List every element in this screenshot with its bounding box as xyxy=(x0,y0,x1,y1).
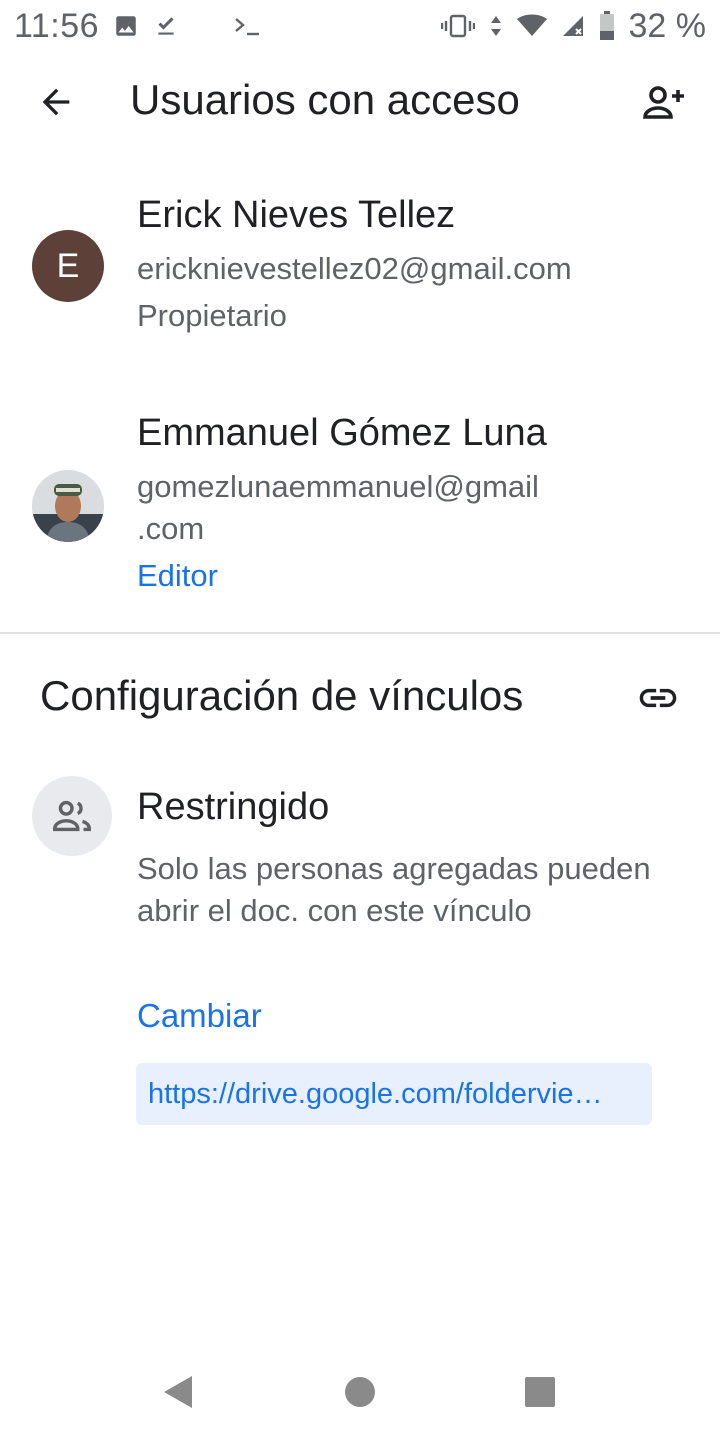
person-add-icon xyxy=(643,86,684,119)
status-bar-left: 11:56 xyxy=(14,7,263,46)
avatar-letter: E xyxy=(56,246,80,285)
person-name: Emmanuel Gómez Luna xyxy=(137,412,547,454)
toolbar: Usuarios con acceso xyxy=(0,62,720,142)
wifi-icon xyxy=(516,13,547,39)
add-person-button[interactable] xyxy=(634,72,694,132)
change-access-button[interactable]: Cambiar xyxy=(137,997,262,1035)
avatar: E xyxy=(32,230,104,302)
battery-icon xyxy=(599,11,615,41)
circle-home-icon xyxy=(345,1377,375,1407)
system-nav-bar xyxy=(0,1350,720,1434)
people-icon xyxy=(53,800,91,832)
nav-recents-button[interactable] xyxy=(516,1370,564,1414)
person-name: Erick Nieves Tellez xyxy=(137,194,456,236)
page-title: Usuarios con acceso xyxy=(130,76,520,123)
terminal-icon xyxy=(233,13,263,39)
arrow-back-icon xyxy=(42,88,70,116)
person-row-owner[interactable]: E Erick Nieves Tellez ericknievestellez0… xyxy=(0,190,720,350)
person-row-editor[interactable]: Emmanuel Gómez Luna gomezlunaemmanuel@gm… xyxy=(0,410,720,610)
person-role: Propietario xyxy=(137,298,287,333)
signal-icon xyxy=(561,13,585,39)
person-role-dropdown[interactable]: Editor xyxy=(137,558,218,594)
data-arrows-icon xyxy=(489,13,503,39)
download-done-icon xyxy=(153,13,179,39)
restricted-avatar xyxy=(32,776,112,856)
link-url: https://drive.google.com/foldervie… xyxy=(148,1077,603,1110)
screen: 11:56 32 % Usuarios con acceso E Erick N… xyxy=(0,0,720,1440)
link-url-chip[interactable]: https://drive.google.com/foldervie… xyxy=(136,1063,652,1125)
link-icon xyxy=(639,688,677,708)
nav-back-button[interactable] xyxy=(154,1370,202,1414)
status-bar-right: 32 % xyxy=(440,6,707,46)
access-level-title: Restringido xyxy=(137,786,330,828)
status-time: 11:56 xyxy=(14,6,100,45)
back-button[interactable] xyxy=(26,72,86,132)
avatar-photo xyxy=(32,470,104,542)
nav-home-button[interactable] xyxy=(336,1370,384,1414)
battery-percent: 32 % xyxy=(628,6,707,45)
triangle-back-icon xyxy=(164,1376,192,1408)
divider xyxy=(0,632,720,634)
square-recents-icon xyxy=(525,1377,555,1407)
person-email: ericknievestellez02@gmail.com xyxy=(137,251,572,286)
user-photo-icon xyxy=(32,470,104,542)
status-bar: 11:56 32 % xyxy=(0,0,720,52)
image-icon xyxy=(113,13,139,39)
copy-link-button[interactable] xyxy=(630,672,686,724)
person-email: gomezlunaemmanuel@gmail .com xyxy=(137,469,539,546)
vibrate-icon xyxy=(440,13,475,39)
access-level-description: Solo las personas agregadas pueden abrir… xyxy=(137,851,651,928)
link-settings-title: Configuración de vínculos xyxy=(40,672,524,719)
